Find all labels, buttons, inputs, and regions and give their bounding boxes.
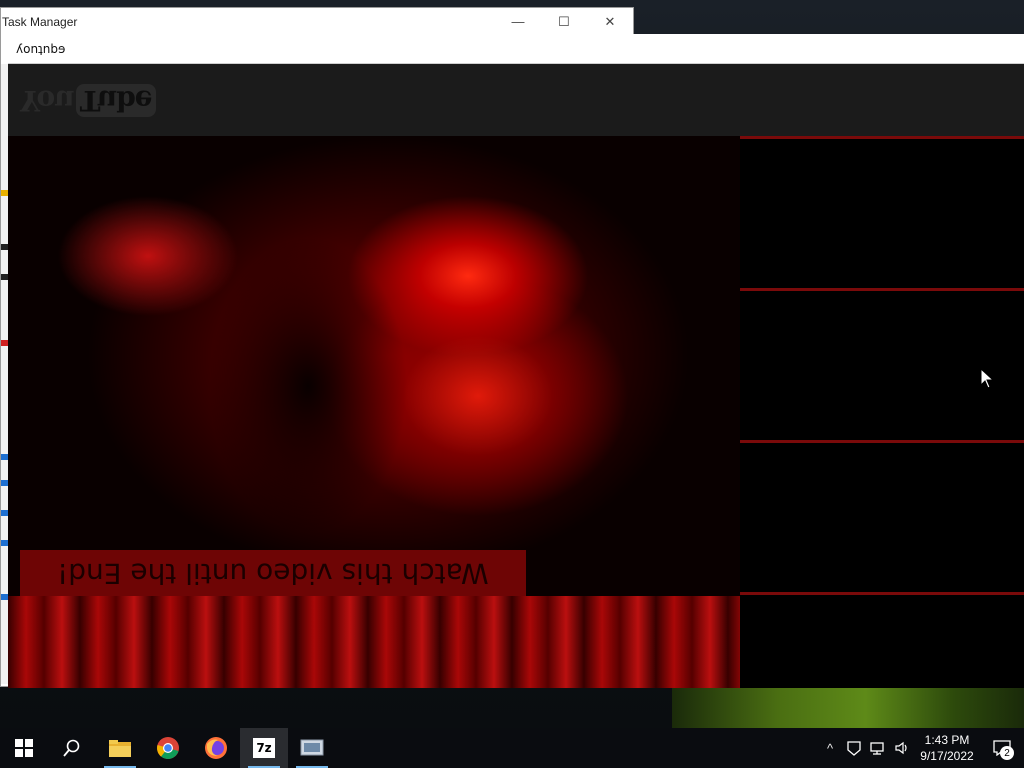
notification-count-badge: 2 bbox=[1000, 746, 1014, 760]
taskbar: 7z ^ 1:43 PM 9/17/2022 2 bbox=[0, 728, 1024, 768]
related-video-card[interactable] bbox=[740, 592, 1024, 688]
youtube-logo: You Tube bbox=[20, 78, 156, 124]
video-frame-image bbox=[208, 236, 408, 536]
related-video-card[interactable] bbox=[740, 288, 1024, 440]
video-player[interactable]: Watch this video until the End! bbox=[8, 136, 740, 688]
video-caption-text: Watch this video until the End! bbox=[57, 556, 489, 590]
search-icon bbox=[63, 739, 80, 757]
taskbar-chrome[interactable] bbox=[144, 728, 192, 768]
logo-you: You bbox=[20, 84, 74, 118]
minimize-button[interactable]: — bbox=[495, 8, 541, 35]
wallpaper-grass bbox=[672, 686, 1024, 728]
shield-icon bbox=[847, 741, 861, 756]
related-video-card[interactable] bbox=[740, 136, 1024, 288]
related-video-card[interactable] bbox=[740, 440, 1024, 592]
tray-network-icon[interactable] bbox=[866, 728, 890, 768]
taskbar-firefox[interactable] bbox=[192, 728, 240, 768]
search-button[interactable] bbox=[48, 728, 96, 768]
taskbar-7zip[interactable]: 7z bbox=[240, 728, 288, 768]
firefox-icon bbox=[205, 737, 227, 759]
video-lower-band bbox=[8, 596, 740, 688]
close-button[interactable]: ✕ bbox=[587, 8, 633, 35]
prank-app-icon bbox=[300, 739, 324, 756]
file-explorer-icon bbox=[109, 740, 131, 757]
clock-time: 1:43 PM bbox=[924, 733, 970, 747]
related-videos-sidebar bbox=[740, 136, 1024, 688]
network-icon bbox=[870, 742, 884, 755]
taskbar-clock[interactable]: 1:43 PM 9/17/2022 bbox=[914, 732, 980, 764]
volume-icon bbox=[895, 741, 907, 755]
tray-security-icon[interactable] bbox=[842, 728, 866, 768]
system-tray: ^ 1:43 PM 9/17/2022 2 bbox=[818, 728, 1024, 768]
mouse-cursor-icon bbox=[980, 368, 994, 389]
start-button[interactable] bbox=[0, 728, 48, 768]
video-caption: Watch this video until the End! bbox=[20, 550, 526, 596]
task-manager-titlebar[interactable]: Task Manager — ☐ ✕ bbox=[1, 8, 633, 35]
taskbar-file-explorer[interactable] bbox=[96, 728, 144, 768]
chrome-icon bbox=[157, 737, 179, 759]
prank-window-title: ʎonʇnbɘ bbox=[16, 41, 66, 56]
prank-window[interactable]: ʎonʇnbɘ You Tube Watch this video until … bbox=[8, 34, 1024, 688]
clock-date: 9/17/2022 bbox=[920, 749, 974, 763]
tray-volume-icon[interactable] bbox=[890, 728, 914, 768]
prank-header: You Tube bbox=[8, 64, 1024, 136]
7zip-icon: 7z bbox=[253, 738, 275, 758]
windows-start-icon bbox=[15, 739, 33, 757]
logo-tube: Tube bbox=[75, 84, 156, 118]
action-center-button[interactable]: 2 bbox=[980, 728, 1024, 768]
taskbar-prank-app[interactable] bbox=[288, 728, 336, 768]
maximize-button[interactable]: ☐ bbox=[541, 8, 587, 35]
tray-chevron-icon[interactable]: ^ bbox=[818, 728, 842, 768]
task-manager-title: Task Manager bbox=[2, 14, 78, 29]
prank-titlebar[interactable]: ʎonʇnbɘ bbox=[8, 34, 1024, 64]
